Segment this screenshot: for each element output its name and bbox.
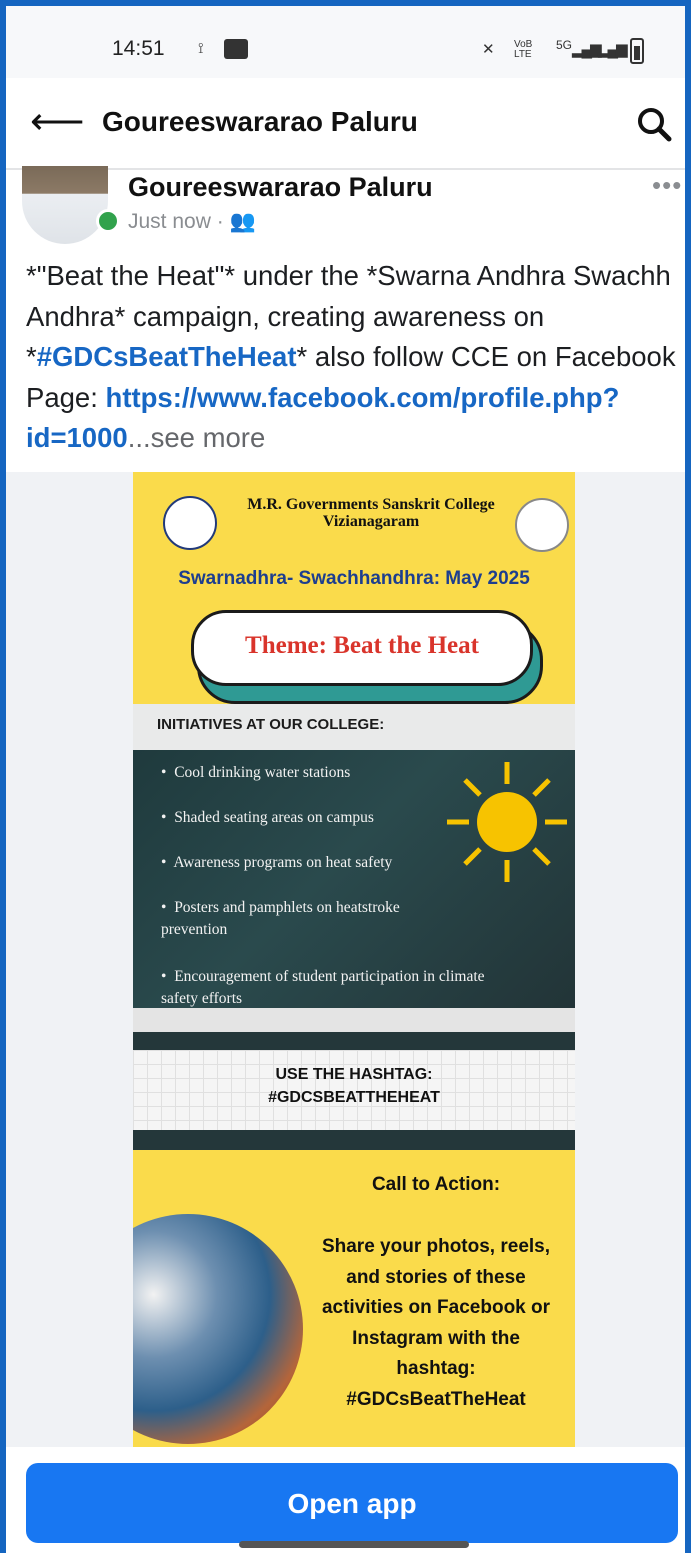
notification-icon: ⟟ xyxy=(198,40,204,57)
initiative-item: • Encouragement of student participation… xyxy=(161,968,485,1007)
sun-icon xyxy=(447,762,567,882)
app-notification-icon xyxy=(224,39,248,59)
search-icon[interactable] xyxy=(634,104,674,144)
campaign-title: Swarnadhra- Swachhandhra: May 2025 xyxy=(178,568,530,589)
top-bar: ⟵ Goureeswararao Paluru xyxy=(6,78,685,170)
initiative-item: • Posters and pamphlets on heatstroke pr… xyxy=(161,899,400,938)
page-title: Goureeswararao Paluru xyxy=(102,106,418,137)
hashtag-heading: USE THE HASHTAG: xyxy=(275,1066,433,1083)
torn-paper-divider xyxy=(133,1008,575,1032)
status-bar: 14:51 ⟟ ✕ VoB LTE 5G ▂▄▆ ▂▄▆ xyxy=(6,6,685,78)
college-name-line1: M.R. Governments Sanskrit College xyxy=(247,496,495,513)
post-time[interactable]: Just now xyxy=(128,210,211,233)
volte-icon: VoB LTE xyxy=(514,39,533,60)
more-options-icon[interactable]: ••• xyxy=(652,170,682,201)
post-hashtag[interactable]: #GDCsBeatTheHeat xyxy=(37,341,297,372)
cta-body: Share your photos, reels, and stories of… xyxy=(321,1236,551,1410)
open-app-button[interactable]: Open app xyxy=(26,1463,678,1543)
battery-icon xyxy=(630,38,644,64)
signal-bars-icon: ▂▄▆ xyxy=(572,41,602,58)
mute-icon: ✕ xyxy=(482,41,495,58)
initiative-item: • Shaded seating areas on campus xyxy=(161,809,374,826)
back-arrow-icon[interactable]: ⟵ xyxy=(30,100,84,144)
college-name: M.R. Governments Sanskrit College Vizian… xyxy=(221,496,521,530)
college-name-line2: Vizianagaram xyxy=(322,513,420,530)
post-link[interactable]: https://www.facebook.com/profile.php?id=… xyxy=(26,382,619,454)
status-time: 14:51 xyxy=(112,37,165,60)
friends-audience-icon: 👥 xyxy=(229,210,256,233)
see-more-link[interactable]: ...see more xyxy=(128,422,266,453)
hashtag-text: #GDCSBEATTHEHEAT xyxy=(268,1089,440,1106)
meta-separator: · xyxy=(216,210,224,233)
post-text: *"Beat the Heat"* under the *Swarna Andh… xyxy=(26,256,676,459)
bottom-bar: Open app xyxy=(6,1447,685,1553)
cta-heading: Call to Action: xyxy=(371,1174,501,1195)
initiative-item: • Awareness programs on heat safety xyxy=(161,854,393,871)
post-author[interactable]: Goureeswararao Paluru xyxy=(128,172,433,203)
signal-bars-2-icon: ▂▄▆ xyxy=(598,41,628,58)
initiative-item: • Cool drinking water stations xyxy=(161,764,351,781)
home-indicator[interactable] xyxy=(239,1541,469,1548)
signal-5g-icon: 5G xyxy=(556,38,573,52)
screen: 14:51 ⟟ ✕ VoB LTE 5G ▂▄▆ ▂▄▆ ⟵ Goureeswar… xyxy=(6,6,685,1553)
initiatives-heading: INITIATIVES AT OUR COLLEGE: xyxy=(157,716,385,733)
online-status-dot xyxy=(96,209,120,233)
sanskrit-emblem-icon xyxy=(515,498,569,552)
post-meta: Just now · 👥 xyxy=(128,210,256,234)
avatar[interactable] xyxy=(22,166,108,244)
globe-illustration xyxy=(133,1214,303,1444)
college-seal-icon xyxy=(163,496,217,550)
theme-text: Theme: Beat the Heat xyxy=(245,632,479,659)
post-image[interactable]: M.R. Governments Sanskrit College Vizian… xyxy=(133,472,575,1447)
